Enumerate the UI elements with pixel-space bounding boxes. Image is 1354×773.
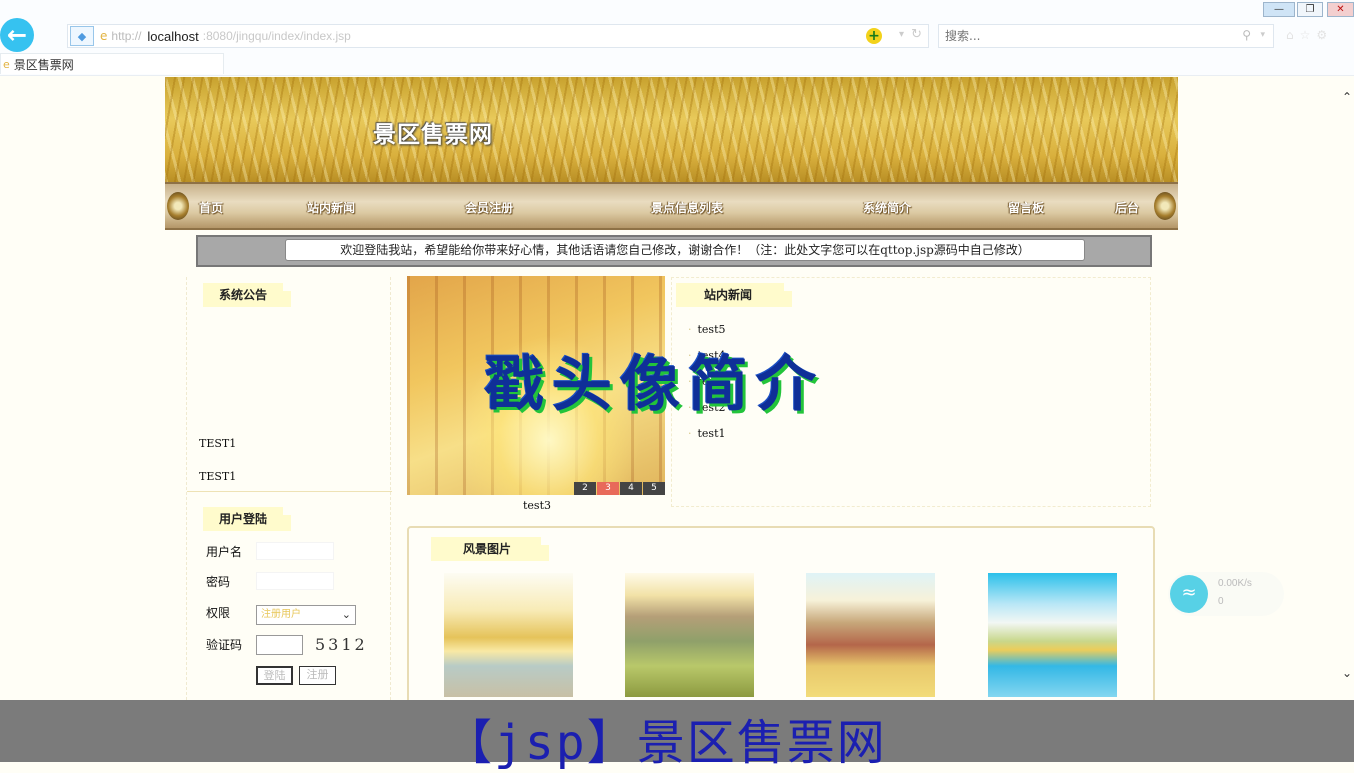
slide-page-button-active[interactable]: 3 bbox=[597, 482, 619, 495]
tab-title: 景区售票网 bbox=[13, 57, 74, 72]
left-column: 系统公告 TEST1 TEST1 用户登陆 用户名 密码 权限 注册用户 ⌄ 验… bbox=[186, 277, 392, 700]
login-button[interactable]: 登陆 bbox=[256, 666, 293, 685]
close-button[interactable]: ✕ bbox=[1327, 2, 1354, 17]
scenery-panel: 风景图片 bbox=[407, 526, 1155, 700]
role-select-value: 注册用户 bbox=[261, 609, 301, 620]
login-title: 用户登陆 bbox=[203, 507, 291, 531]
password-field[interactable] bbox=[256, 572, 334, 590]
news-item[interactable]: test5 bbox=[688, 323, 726, 336]
scenery-photo[interactable] bbox=[625, 573, 754, 697]
browser-tab[interactable]: e 景区售票网 bbox=[0, 53, 224, 74]
register-button[interactable]: 注册 bbox=[299, 666, 336, 685]
welcome-text: 欢迎登陆我站，希望能给你带来好心情，其他话语请您自己修改，谢谢合作！（注：此处文… bbox=[285, 239, 1085, 261]
main-nav: 首页 站内新闻 会员注册 景点信息列表 系统简介 留言板 后台 bbox=[165, 182, 1178, 230]
address-bar[interactable]: ◆ e http:// localhost :8080/jingqu/index… bbox=[67, 24, 929, 48]
nav-guestbook[interactable]: 留言板 bbox=[1008, 199, 1044, 216]
username-field[interactable] bbox=[256, 542, 334, 560]
role-select[interactable]: 注册用户 ⌄ bbox=[256, 605, 356, 625]
search-icon[interactable]: ⚲ bbox=[1242, 28, 1251, 42]
wifi-icon: ≈ bbox=[1170, 575, 1208, 613]
notice-title: 系统公告 bbox=[203, 283, 291, 307]
page-favicon-icon: e bbox=[100, 29, 108, 43]
url-host: localhost bbox=[147, 28, 199, 44]
site-title: 景区售票网 bbox=[373, 121, 493, 148]
nav-about[interactable]: 系统简介 bbox=[863, 199, 911, 216]
slideshow-caption[interactable]: test3 bbox=[523, 499, 551, 512]
back-arrow-icon[interactable]: ← bbox=[0, 18, 34, 52]
video-title-bar: 【jsp】景区售票网 bbox=[0, 700, 1354, 771]
site-banner: 景区售票网 bbox=[165, 77, 1178, 182]
url-protocol: http:// bbox=[111, 29, 142, 43]
address-dropdown-icon[interactable]: ▾ bbox=[899, 29, 904, 40]
captcha-image[interactable]: 5312 bbox=[315, 635, 368, 654]
slide-page-button[interactable]: 5 bbox=[643, 482, 665, 495]
captcha-label: 验证码 bbox=[206, 638, 243, 652]
slide-page-button[interactable]: 4 bbox=[620, 482, 642, 495]
url-path: :8080/jingqu/index/index.jsp bbox=[202, 29, 351, 43]
restore-button[interactable]: ❐ bbox=[1297, 2, 1323, 17]
network-speed: 0.00K/s bbox=[1218, 578, 1252, 589]
captcha-field[interactable] bbox=[256, 635, 303, 655]
notice-item[interactable]: TEST1 bbox=[199, 470, 236, 483]
divider bbox=[187, 491, 392, 492]
role-label: 权限 bbox=[206, 606, 231, 620]
scenery-photo[interactable] bbox=[988, 573, 1117, 697]
nav-register[interactable]: 会员注册 bbox=[465, 199, 513, 216]
nav-news[interactable]: 站内新闻 bbox=[307, 199, 355, 216]
username-label: 用户名 bbox=[206, 545, 243, 559]
network-count: 0 bbox=[1218, 596, 1224, 607]
nav-scenic-list[interactable]: 景点信息列表 bbox=[651, 199, 723, 216]
security-shield-icon: ◆ bbox=[70, 26, 94, 46]
scroll-down-icon[interactable]: ⌄ bbox=[1342, 666, 1352, 680]
nav-ornament-right-icon bbox=[1154, 192, 1176, 220]
scroll-up-icon[interactable]: ⌃ bbox=[1342, 90, 1352, 104]
notice-item[interactable]: TEST1 bbox=[199, 437, 236, 450]
search-box[interactable]: ⚲ ▾ bbox=[938, 24, 1274, 48]
scenery-title: 风景图片 bbox=[431, 537, 549, 561]
chevron-down-icon: ⌄ bbox=[341, 608, 351, 621]
scenery-photo[interactable] bbox=[444, 573, 573, 697]
nav-admin[interactable]: 后台 bbox=[1115, 199, 1139, 216]
nav-ornament-left-icon bbox=[167, 192, 189, 220]
video-title: 【jsp】景区售票网 bbox=[444, 715, 887, 771]
slideshow-pager: 2 3 4 5 bbox=[573, 482, 665, 495]
password-label: 密码 bbox=[206, 575, 231, 589]
add-favorite-icon[interactable]: + bbox=[866, 28, 882, 44]
network-speed-widget[interactable]: ≈ 0.00K/s 0 bbox=[1168, 572, 1284, 616]
browser-chrome: ← ◆ e http:// localhost :8080/jingqu/ind… bbox=[0, 0, 1354, 76]
search-dropdown-icon[interactable]: ▾ bbox=[1260, 30, 1265, 40]
welcome-marquee: 欢迎登陆我站，希望能给你带来好心情，其他话语请您自己修改，谢谢合作！（注：此处文… bbox=[196, 235, 1152, 267]
tab-favicon-icon: e bbox=[3, 57, 10, 71]
news-item[interactable]: test1 bbox=[688, 427, 726, 440]
nav-home[interactable]: 首页 bbox=[199, 199, 223, 216]
minimize-button[interactable]: — bbox=[1263, 2, 1295, 17]
scenery-photo[interactable] bbox=[806, 573, 935, 697]
slide-page-button[interactable]: 2 bbox=[574, 482, 596, 495]
overlay-caption: 戳头像简介 bbox=[484, 350, 824, 420]
refresh-icon[interactable]: ↻ bbox=[911, 27, 922, 42]
news-title: 站内新闻 bbox=[676, 283, 792, 307]
toolbar-icons[interactable]: ⌂☆⚙ bbox=[1286, 28, 1333, 42]
search-input[interactable] bbox=[939, 25, 1229, 47]
